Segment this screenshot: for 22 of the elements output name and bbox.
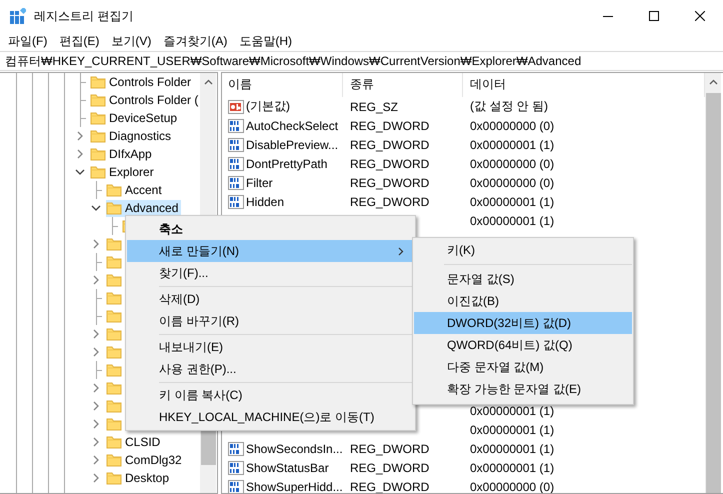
value-type: REG_DWORD — [350, 480, 430, 493]
value-type: REG_DWORD — [350, 460, 430, 474]
value-data: 0x00000001 (1) — [470, 460, 554, 474]
value-data: 0x00000001 (1) — [470, 442, 554, 456]
value-type: REG_DWORD — [350, 118, 430, 132]
value-data: 0x00000001 (1) — [470, 404, 554, 418]
value-data: 0x00000001 (1) — [470, 422, 554, 436]
window-title: 레지스트리 편집기 — [34, 8, 134, 24]
value-type: REG_DWORD — [350, 156, 430, 170]
value-data: 0x00000000 (0) — [470, 156, 554, 170]
value-data: (값 설정 안 됨) — [470, 98, 548, 115]
value-data: 0x00000000 (0) — [470, 118, 554, 132]
value-type: REG_DWORD — [350, 138, 430, 152]
value-data: 0x00000001 (1) — [470, 214, 554, 228]
value-type: REG_SZ — [350, 100, 398, 114]
value-data: 0x00000000 (0) — [470, 480, 554, 493]
value-data: 0x00000001 (1) — [470, 194, 554, 208]
value-type: REG_DWORD — [350, 442, 430, 456]
value-data: 0x00000000 (0) — [470, 176, 554, 190]
value-type: REG_DWORD — [350, 194, 430, 208]
value-type: REG_DWORD — [350, 176, 430, 190]
value-data: 0x00000001 (1) — [470, 138, 554, 152]
